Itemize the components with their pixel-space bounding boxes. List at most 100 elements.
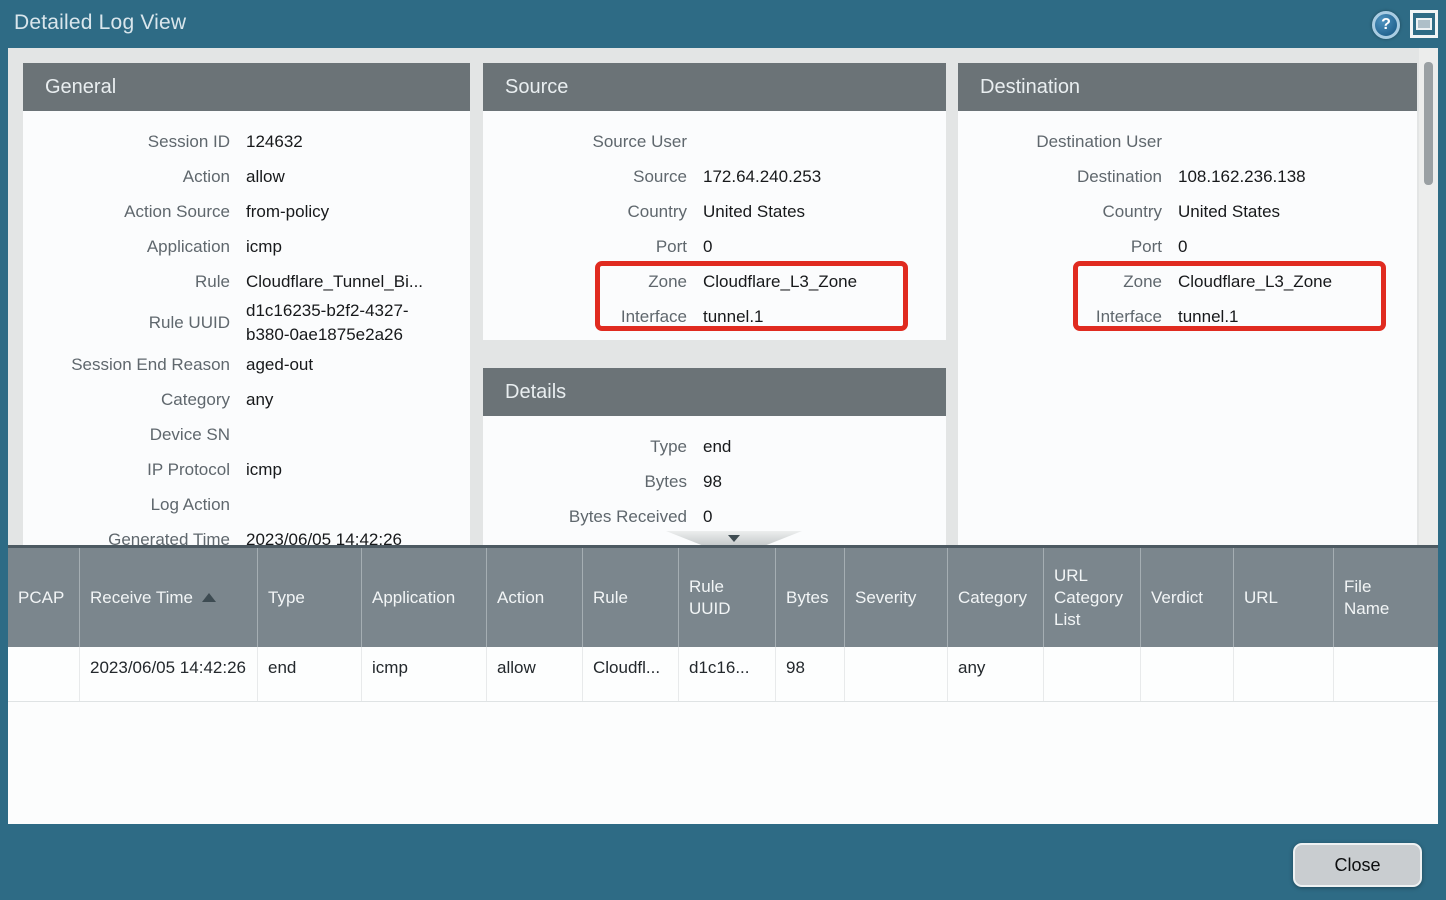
field-label: Device SN [23, 423, 230, 447]
field-value: United States [687, 200, 946, 224]
cell-url-category-list [1044, 647, 1141, 701]
cell-application: icmp [362, 647, 487, 701]
field-row: CountryUnited States [483, 194, 946, 229]
column-header-url[interactable]: URL [1234, 548, 1334, 647]
title-bar: Detailed Log View ? [0, 0, 1446, 48]
field-row: ZoneCloudflare_L3_Zone [958, 264, 1417, 299]
window-icon-glyph [1416, 18, 1432, 30]
field-row: Bytes Received0 [483, 499, 946, 534]
field-label: Destination [958, 165, 1162, 189]
log-table-row[interactable]: 2023/06/05 14:42:26 end icmp allow Cloud… [8, 647, 1438, 702]
column-header-rule[interactable]: Rule [583, 548, 679, 647]
detailed-log-view-dialog: Detailed Log View ? General Session ID12… [0, 0, 1446, 900]
scrollbar-thumb[interactable] [1424, 62, 1433, 185]
field-row: Destination108.162.236.138 [958, 159, 1417, 194]
field-value: tunnel.1 [687, 305, 946, 329]
field-value: Cloudflare_L3_Zone [687, 270, 946, 294]
window-icon[interactable] [1410, 10, 1438, 38]
field-row: Source User [483, 124, 946, 159]
field-value: 2023/06/05 14:42:26 [230, 528, 470, 546]
field-row: RuleCloudflare_Tunnel_Bi... [23, 264, 470, 299]
field-value: 0 [1162, 235, 1417, 259]
field-label: Country [958, 200, 1162, 224]
field-value: 98 [687, 470, 946, 494]
details-panel-header: Details [483, 368, 946, 416]
general-panel: General Session ID124632 Actionallow Act… [23, 63, 470, 545]
field-label: Port [958, 235, 1162, 259]
vertical-scrollbar[interactable] [1419, 48, 1438, 545]
field-label: Bytes Received [483, 505, 687, 529]
field-value: d1c16235-b2f2-4327-b380-0ae1875e2a26 [230, 299, 470, 347]
field-label: Interface [958, 305, 1162, 329]
cell-file-name [1334, 647, 1438, 701]
field-value: Cloudflare_Tunnel_Bi... [230, 270, 470, 294]
destination-panel-header: Destination [958, 63, 1417, 111]
field-row: Categoryany [23, 382, 470, 417]
column-label: PCAP [18, 587, 64, 609]
column-label: Rule UUID [689, 576, 743, 620]
general-panel-body: Session ID124632 Actionallow Action Sour… [23, 111, 470, 545]
field-value: 108.162.236.138 [1162, 165, 1417, 189]
column-header-category[interactable]: Category [948, 548, 1044, 647]
column-label: URL [1244, 587, 1278, 609]
source-panel: Source Source User Source172.64.240.253 … [483, 63, 946, 340]
field-label: Session End Reason [23, 353, 230, 377]
column-header-receive-time[interactable]: Receive Time [80, 548, 258, 647]
column-header-file-name[interactable]: File Name [1334, 548, 1438, 647]
close-button[interactable]: Close [1293, 843, 1422, 887]
field-label: Log Action [23, 493, 230, 517]
cell-rule-uuid: d1c16... [679, 647, 776, 701]
field-row: Bytes98 [483, 464, 946, 499]
field-label: Destination User [958, 130, 1162, 154]
column-header-verdict[interactable]: Verdict [1141, 548, 1234, 647]
column-header-application[interactable]: Application [362, 548, 487, 647]
field-label: Generated Time [23, 528, 230, 546]
details-panel: Details Typeend Bytes98 Bytes Received0 [483, 368, 946, 545]
chevron-down-icon [728, 535, 740, 542]
field-label: Action Source [23, 200, 230, 224]
field-label: IP Protocol [23, 458, 230, 482]
field-value: 124632 [230, 130, 470, 154]
cell-pcap [8, 647, 80, 701]
field-row: Device SN [23, 417, 470, 452]
field-label: Zone [483, 270, 687, 294]
cell-category: any [948, 647, 1044, 701]
field-row: Generated Time2023/06/05 14:42:26 [23, 522, 470, 545]
field-value: Cloudflare_L3_Zone [1162, 270, 1417, 294]
field-value: aged-out [230, 353, 470, 377]
dialog-body: General Session ID124632 Actionallow Act… [8, 48, 1438, 824]
column-label: Type [268, 587, 305, 609]
column-header-action[interactable]: Action [487, 548, 583, 647]
column-header-type[interactable]: Type [258, 548, 362, 647]
column-header-pcap[interactable]: PCAP [8, 548, 80, 647]
cell-action: allow [487, 647, 583, 701]
field-row: Action Sourcefrom-policy [23, 194, 470, 229]
field-row: CountryUnited States [958, 194, 1417, 229]
column-header-rule-uuid[interactable]: Rule UUID [679, 548, 776, 647]
field-label: Rule UUID [23, 311, 230, 335]
column-header-url-category-list[interactable]: URL Category List [1044, 548, 1141, 647]
field-label: Zone [958, 270, 1162, 294]
log-detail-area: General Session ID124632 Actionallow Act… [8, 48, 1438, 545]
field-value: icmp [230, 235, 470, 259]
dialog-title: Detailed Log View [14, 11, 186, 35]
column-label: Severity [855, 587, 916, 609]
column-header-severity[interactable]: Severity [845, 548, 948, 647]
field-value: 0 [687, 235, 946, 259]
field-row: IP Protocolicmp [23, 452, 470, 487]
field-value: tunnel.1 [1162, 305, 1417, 329]
column-label: Bytes [786, 587, 829, 609]
destination-panel-body: Destination User Destination108.162.236.… [958, 111, 1417, 334]
cell-bytes: 98 [776, 647, 845, 701]
log-table: PCAP Receive Time Type Application Actio… [8, 545, 1438, 824]
cell-rule: Cloudfl... [583, 647, 679, 701]
column-header-bytes[interactable]: Bytes [776, 548, 845, 647]
field-label: Session ID [23, 130, 230, 154]
column-label: Action [497, 587, 544, 609]
field-row: Session End Reasonaged-out [23, 347, 470, 382]
field-value: any [230, 388, 470, 412]
field-row: Interfacetunnel.1 [483, 299, 946, 334]
help-icon[interactable]: ? [1372, 11, 1400, 39]
field-value: allow [230, 165, 470, 189]
field-row: Port0 [483, 229, 946, 264]
